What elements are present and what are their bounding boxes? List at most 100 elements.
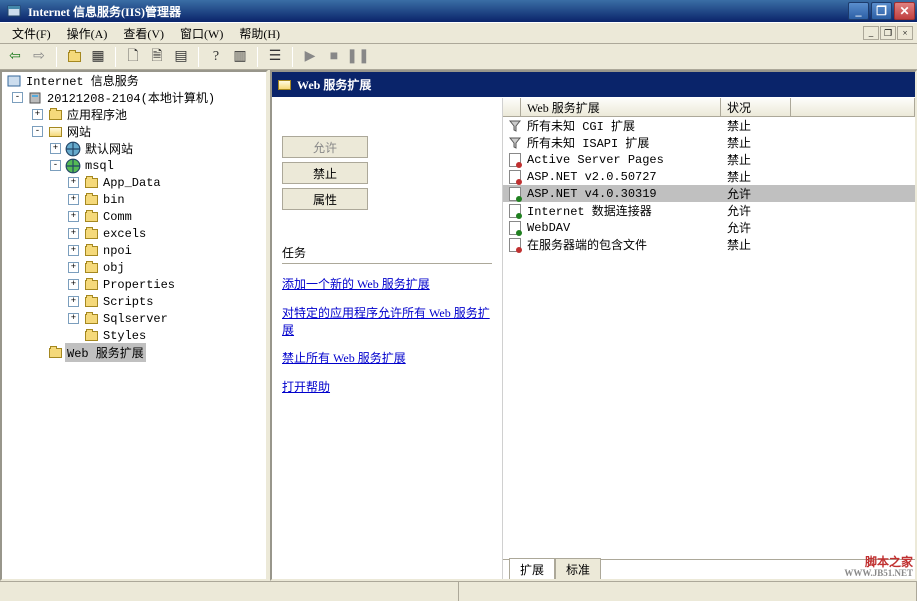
- link-add-extension[interactable]: 添加一个新的 Web 服务扩展: [282, 276, 492, 293]
- folder-icon: [83, 312, 99, 326]
- tree-server[interactable]: - 20121208-2104(本地计算机): [2, 89, 266, 106]
- tree-label: bin: [101, 192, 127, 208]
- expander-icon: [32, 347, 43, 358]
- minimize-button[interactable]: _: [848, 2, 869, 20]
- row-name: 所有未知 CGI 扩展: [527, 117, 727, 134]
- grid-icon[interactable]: ▥: [229, 46, 251, 68]
- tree-node-scripts[interactable]: +Scripts: [2, 293, 266, 310]
- row-status: 允许: [727, 219, 751, 236]
- mdi-restore[interactable]: ❐: [880, 26, 896, 40]
- link-deny-all[interactable]: 禁止所有 Web 服务扩展: [282, 350, 492, 367]
- menu-view[interactable]: 查看(V): [115, 23, 172, 44]
- help-icon[interactable]: ?: [205, 46, 227, 68]
- up-folder-icon[interactable]: [63, 46, 85, 68]
- list-header: Web 服务扩展 状况: [503, 98, 915, 117]
- expander-icon[interactable]: +: [68, 279, 79, 290]
- globe-icon: [65, 142, 81, 156]
- properties-icon[interactable]: ▤: [170, 46, 192, 68]
- expander-icon[interactable]: +: [68, 262, 79, 273]
- tree-node-styles[interactable]: Styles: [2, 327, 266, 344]
- tree-node--[interactable]: -网站: [2, 123, 266, 140]
- list-row[interactable]: Internet 数据连接器允许: [503, 202, 915, 219]
- refresh-icon[interactable]: 🗋: [122, 46, 144, 68]
- col-name[interactable]: Web 服务扩展: [521, 98, 721, 116]
- folder-icon: [83, 295, 99, 309]
- tree-pane[interactable]: Internet 信息服务 - 20121208-2104(本地计算机) +应用…: [0, 70, 268, 581]
- expander-icon[interactable]: +: [68, 194, 79, 205]
- list-row[interactable]: 所有未知 ISAPI 扩展禁止: [503, 134, 915, 151]
- page-green-icon: [507, 221, 523, 235]
- expander-icon[interactable]: +: [68, 228, 79, 239]
- menu-file[interactable]: 文件(F): [4, 23, 59, 44]
- tree-node-excels[interactable]: +excels: [2, 225, 266, 242]
- col-status[interactable]: 状况: [721, 98, 791, 116]
- expander-icon[interactable]: +: [68, 245, 79, 256]
- views-icon[interactable]: ▦: [87, 46, 109, 68]
- menu-help[interactable]: 帮助(H): [231, 23, 288, 44]
- expander-icon[interactable]: +: [68, 211, 79, 222]
- tree-node-bin[interactable]: + bin: [2, 191, 266, 208]
- tree-node--[interactable]: +应用程序池: [2, 106, 266, 123]
- row-name: 所有未知 ISAPI 扩展: [527, 134, 727, 151]
- properties-button[interactable]: 属性: [282, 188, 368, 210]
- pause-icon[interactable]: ❚❚: [347, 46, 369, 68]
- row-status: 禁止: [727, 236, 751, 253]
- deny-button[interactable]: 禁止: [282, 162, 368, 184]
- tree-label: Properties: [101, 277, 177, 293]
- tree-label: Comm: [101, 209, 134, 225]
- maximize-button[interactable]: ❐: [871, 2, 892, 20]
- expander-icon[interactable]: +: [68, 296, 79, 307]
- row-name: ASP.NET v2.0.50727: [527, 170, 727, 184]
- mdi-close[interactable]: ×: [897, 26, 913, 40]
- tab-standard[interactable]: 标准: [555, 558, 601, 579]
- tree-node-web-[interactable]: Web 服务扩展: [2, 344, 266, 361]
- tree-label: msql: [83, 158, 116, 174]
- list-icon[interactable]: ☰: [264, 46, 286, 68]
- expander-icon: [68, 330, 79, 341]
- forward-icon[interactable]: ⇨: [28, 46, 50, 68]
- allow-button[interactable]: 允许: [282, 136, 368, 158]
- tree-root[interactable]: Internet 信息服务: [2, 72, 266, 89]
- tree-node-msql[interactable]: - msql: [2, 157, 266, 174]
- tab-extended[interactable]: 扩展: [509, 558, 555, 579]
- row-name: ASP.NET v4.0.30319: [527, 187, 727, 201]
- list-row[interactable]: WebDAV允许: [503, 219, 915, 236]
- list-row[interactable]: ASP.NET v4.0.30319允许: [503, 185, 915, 202]
- page-title: Web 服务扩展: [297, 76, 371, 93]
- expander-icon[interactable]: -: [32, 126, 43, 137]
- close-button[interactable]: ✕: [894, 2, 915, 20]
- list-row[interactable]: ASP.NET v2.0.50727禁止: [503, 168, 915, 185]
- expander-icon[interactable]: +: [50, 143, 61, 154]
- stop-icon[interactable]: ■: [323, 46, 345, 68]
- page-header: Web 服务扩展: [272, 72, 915, 98]
- menu-window[interactable]: 窗口(W): [172, 23, 231, 44]
- list-row[interactable]: Active Server Pages禁止: [503, 151, 915, 168]
- toolbar: ⇦ ⇨ ▦ 🗋 🗎 ▤ ? ▥ ☰ ▶ ■ ❚❚: [0, 44, 917, 70]
- expander-icon[interactable]: +: [68, 313, 79, 324]
- list-row[interactable]: 所有未知 CGI 扩展禁止: [503, 117, 915, 134]
- expander-icon[interactable]: +: [32, 109, 43, 120]
- tree-node-npoi[interactable]: + npoi: [2, 242, 266, 259]
- tree-node-properties[interactable]: + Properties: [2, 276, 266, 293]
- row-name: WebDAV: [527, 221, 727, 235]
- tree-node--[interactable]: +默认网站: [2, 140, 266, 157]
- mdi-minimize[interactable]: _: [863, 26, 879, 40]
- tree-label: Web 服务扩展: [65, 343, 146, 362]
- expander-icon[interactable]: +: [68, 177, 79, 188]
- play-icon[interactable]: ▶: [299, 46, 321, 68]
- expander-icon[interactable]: -: [50, 160, 61, 171]
- menu-action[interactable]: 操作(A): [59, 23, 116, 44]
- folder-open-icon: [47, 125, 63, 139]
- link-allow-app[interactable]: 对特定的应用程序允许所有 Web 服务扩展: [282, 305, 492, 339]
- tree-label: npoi: [101, 243, 134, 259]
- back-icon[interactable]: ⇦: [4, 46, 26, 68]
- funnel-icon: [507, 119, 523, 133]
- link-help[interactable]: 打开帮助: [282, 379, 492, 396]
- tree-node-obj[interactable]: +obj: [2, 259, 266, 276]
- action-panel: 允许 禁止 属性 任务 添加一个新的 Web 服务扩展 对特定的应用程序允许所有…: [272, 98, 502, 579]
- list-row[interactable]: 在服务器端的包含文件禁止: [503, 236, 915, 253]
- export-icon[interactable]: 🗎: [146, 46, 168, 68]
- tree-node-sqlserver[interactable]: +Sqlserver: [2, 310, 266, 327]
- tree-node-app-data[interactable]: +App_Data: [2, 174, 266, 191]
- tree-node-comm[interactable]: + Comm: [2, 208, 266, 225]
